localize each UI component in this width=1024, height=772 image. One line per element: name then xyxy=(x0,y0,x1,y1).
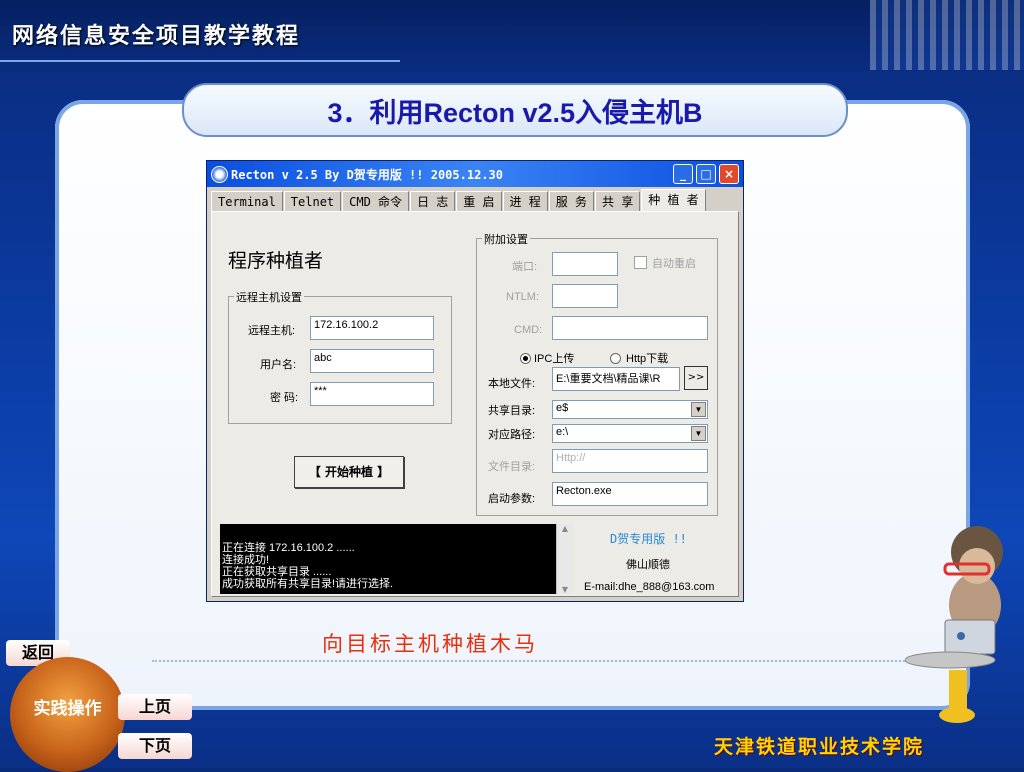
course-title: 网络信息安全项目教学教程 xyxy=(12,23,301,49)
dotted-divider xyxy=(152,660,952,662)
recton-window: Recton v 2.5 By D贺专用版 !! 2005.12.30 _ □ … xyxy=(206,160,744,602)
local-file-input[interactable]: E:\重要文档\精品课\R xyxy=(552,367,680,391)
close-button[interactable]: × xyxy=(719,164,739,184)
tab-terminal[interactable]: Terminal xyxy=(211,191,283,211)
user-input[interactable]: abc xyxy=(310,349,434,373)
window-title: Recton v 2.5 By D贺专用版 !! 2005.12.30 xyxy=(231,168,503,182)
window-titlebar[interactable]: Recton v 2.5 By D贺专用版 !! 2005.12.30 _ □ … xyxy=(207,161,743,187)
minimize-button[interactable]: _ xyxy=(673,164,693,184)
school-name: 天津铁道职业技术学院 xyxy=(714,736,925,758)
share-value: e$ xyxy=(556,402,569,414)
cmd-label: CMD: xyxy=(514,324,543,336)
path-combo[interactable]: e:\ ▼ xyxy=(552,424,708,443)
app-icon xyxy=(211,166,228,183)
ipc-label: IPC上传 xyxy=(534,353,575,365)
maximize-button[interactable]: □ xyxy=(696,164,716,184)
tab-process[interactable]: 进 程 xyxy=(502,191,548,211)
ipc-radio[interactable] xyxy=(520,353,531,364)
tab-log[interactable]: 日 志 xyxy=(410,191,456,211)
log-scrollbar[interactable]: ▲ ▼ xyxy=(556,524,573,594)
credit-name: D贺专用版 !! xyxy=(610,532,687,546)
tab-share[interactable]: 共 享 xyxy=(595,191,641,211)
prev-page-button[interactable]: 上页 xyxy=(118,694,192,720)
chevron-down-icon[interactable]: ▼ xyxy=(691,402,706,417)
http-label: Http下载 xyxy=(626,353,669,365)
tab-telnet[interactable]: Telnet xyxy=(283,191,342,211)
auto-restart-checkbox[interactable] xyxy=(634,256,647,269)
chevron-down-icon[interactable]: ▼ xyxy=(691,426,706,441)
host-label: 远程主机: xyxy=(248,325,296,337)
params-label: 启动参数: xyxy=(488,493,536,505)
next-page-button[interactable]: 下页 xyxy=(118,733,192,759)
file-dir-label: 文件目录: xyxy=(488,461,536,473)
ntlm-input[interactable] xyxy=(552,284,618,308)
header-divider xyxy=(0,60,400,62)
http-radio[interactable] xyxy=(610,353,621,364)
log-line: 正在连接 172.16.100.2 ...... xyxy=(222,542,355,554)
path-label: 对应路径: xyxy=(488,429,536,441)
header-band: 网络信息安全项目教学教程 xyxy=(0,0,1024,70)
mascot-laptop-icon xyxy=(905,526,1003,723)
password-label: 密 码: xyxy=(270,392,299,404)
tab-cmd[interactable]: CMD 命令 xyxy=(342,191,410,211)
file-dir-input[interactable]: Http:// xyxy=(552,449,708,473)
local-file-label: 本地文件: xyxy=(488,378,536,390)
cmd-input[interactable] xyxy=(552,316,708,340)
credit-place: 佛山顺德 xyxy=(626,559,670,571)
tab-bar: Terminal Telnet CMD 命令 日 志 重 启 进 程 服 务 共… xyxy=(211,189,707,211)
extra-settings-caption: 附加设置 xyxy=(482,231,530,247)
slide-title: 3．利用Recton v2.5入侵主机B xyxy=(182,83,848,137)
host-input[interactable]: 172.16.100.2 xyxy=(310,316,434,340)
log-line: 正在获取共享目录 ...... xyxy=(222,566,332,578)
header-decoration xyxy=(870,0,1024,70)
share-label: 共享目录: xyxy=(488,405,536,417)
share-combo[interactable]: e$ ▼ xyxy=(552,400,708,419)
start-plant-button[interactable]: 【 开始种植 】 xyxy=(294,456,404,488)
port-input[interactable] xyxy=(552,252,618,276)
user-label: 用户名: xyxy=(260,359,297,371)
section-heading: 程序种植者 xyxy=(228,250,324,272)
tab-restart[interactable]: 重 启 xyxy=(456,191,502,211)
scroll-up-icon[interactable]: ▲ xyxy=(557,524,573,533)
password-input[interactable]: *** xyxy=(310,382,434,406)
log-line: 成功获取所有共享目录!请进行选择. xyxy=(222,578,394,590)
tab-planter[interactable]: 种 植 者 xyxy=(641,189,706,211)
log-line: 连接成功! xyxy=(222,554,270,566)
auto-restart-label: 自动重启 xyxy=(652,258,696,270)
log-output: 正在连接 172.16.100.2 ...... 连接成功! 正在获取共享目录 … xyxy=(220,524,556,594)
tab-content: 程序种植者 远程主机设置 远程主机: 172.16.100.2 用户名: abc… xyxy=(211,211,739,597)
port-label: 端口: xyxy=(512,261,538,273)
scroll-down-icon[interactable]: ▼ xyxy=(557,585,573,594)
path-value: e:\ xyxy=(556,426,569,438)
tab-service[interactable]: 服 务 xyxy=(548,191,594,211)
ntlm-label: NTLM: xyxy=(506,291,539,303)
slide-caption: 向目标主机种植木马 xyxy=(322,632,538,656)
browse-button[interactable]: >> xyxy=(684,366,708,390)
practice-badge: 实践操作 xyxy=(10,657,125,772)
credit-email: E-mail:dhe_888@163.com xyxy=(584,581,715,593)
params-input[interactable]: Recton.exe xyxy=(552,482,708,506)
remote-host-group-caption: 远程主机设置 xyxy=(234,289,304,305)
